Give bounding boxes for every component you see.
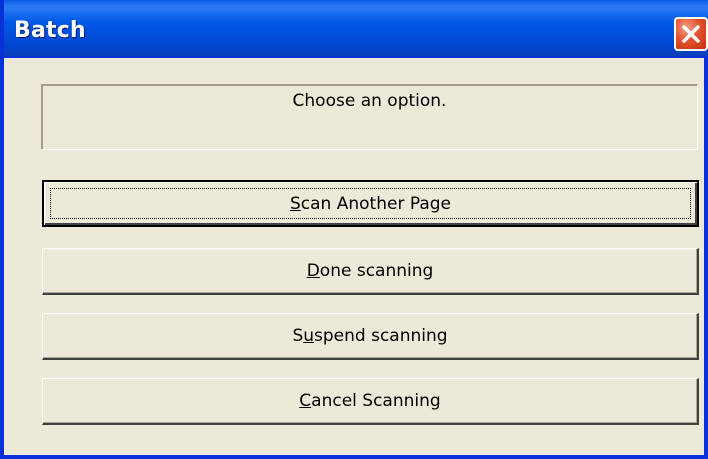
- button-label: Done scanning: [306, 261, 434, 281]
- suspend-scanning-button[interactable]: Suspend scanning: [42, 313, 699, 360]
- close-icon: [682, 25, 700, 43]
- button-label: Suspend scanning: [292, 326, 448, 346]
- message-box: Choose an option.: [41, 84, 698, 150]
- batch-dialog: Batch Choose an option. Scan Another Pag…: [0, 0, 708, 459]
- done-scanning-button[interactable]: Done scanning: [42, 248, 699, 295]
- window-title: Batch: [14, 18, 86, 43]
- cancel-scanning-button[interactable]: Cancel Scanning: [42, 378, 699, 425]
- button-label: Cancel Scanning: [299, 391, 441, 411]
- title-bar[interactable]: Batch: [4, 0, 708, 58]
- close-button[interactable]: [674, 17, 708, 51]
- message-text: Choose an option.: [292, 91, 447, 111]
- scan-another-page-button[interactable]: Scan Another Page: [42, 180, 699, 227]
- button-label: Scan Another Page: [290, 194, 451, 214]
